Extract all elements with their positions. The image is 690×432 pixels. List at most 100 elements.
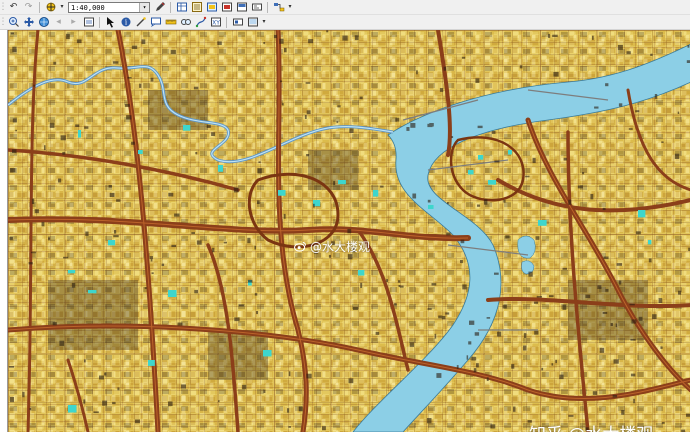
viewer-dropdown-icon[interactable]: ▾ xyxy=(261,16,267,28)
building-footprint xyxy=(349,128,354,133)
forward-extent-icon[interactable]: ▸ xyxy=(67,16,80,28)
measure-icon[interactable] xyxy=(164,16,177,28)
building-footprint xyxy=(336,121,339,123)
toolbar-separator xyxy=(39,1,40,13)
building-footprint xyxy=(409,342,414,347)
tools-toolbar: ⋮ ◂ ▸ i XY ▾ xyxy=(0,15,690,30)
building-footprint xyxy=(33,84,36,87)
building-footprint xyxy=(406,127,410,131)
building-footprint xyxy=(113,235,119,238)
building-footprint xyxy=(592,35,594,40)
select-features-icon[interactable] xyxy=(82,16,95,28)
identify-icon[interactable]: i xyxy=(119,16,132,28)
park-patch xyxy=(468,170,474,175)
go-to-xy-icon[interactable]: XY xyxy=(209,16,222,28)
building-footprint xyxy=(31,198,35,204)
building-footprint xyxy=(44,145,46,151)
building-footprint xyxy=(41,221,45,227)
building-footprint xyxy=(99,375,104,380)
scale-dropdown-icon[interactable]: ▾ xyxy=(139,2,149,12)
park-patch xyxy=(218,165,223,172)
building-footprint xyxy=(494,272,499,275)
building-footprint xyxy=(135,419,140,424)
undo-icon[interactable]: ↶ xyxy=(7,1,20,13)
model-builder-icon[interactable] xyxy=(272,1,285,13)
more-tools-dropdown-icon[interactable]: ▾ xyxy=(287,1,293,13)
park-patch xyxy=(648,240,652,245)
building-footprint xyxy=(654,94,658,99)
add-data-icon[interactable] xyxy=(44,1,57,13)
building-footprint xyxy=(306,110,311,115)
toc-icon[interactable] xyxy=(190,1,203,13)
building-footprint xyxy=(380,185,384,188)
building-footprint xyxy=(337,105,341,108)
building-footprint xyxy=(548,295,554,298)
zoom-in-icon[interactable] xyxy=(7,16,20,28)
building-footprint xyxy=(460,239,465,244)
add-data-dropdown-icon[interactable]: ▾ xyxy=(59,1,65,13)
scale-input[interactable]: 1:40,000 ▾ xyxy=(68,1,150,13)
building-footprint xyxy=(528,271,533,277)
building-footprint xyxy=(124,104,130,107)
building-footprint xyxy=(548,33,551,38)
building-footprint xyxy=(306,154,310,157)
find-route-icon[interactable] xyxy=(194,16,207,28)
building-footprint xyxy=(615,323,618,328)
park-patch xyxy=(638,210,646,218)
building-footprint xyxy=(497,331,502,337)
building-footprint xyxy=(114,230,117,234)
back-extent-icon[interactable]: ◂ xyxy=(52,16,65,28)
table-icon[interactable] xyxy=(175,1,188,13)
building-footprint xyxy=(62,151,66,155)
building-footprint xyxy=(597,285,602,289)
map-frame: @水大楼观 知乎 @水大楼观 xyxy=(0,30,690,432)
building-footprint xyxy=(12,46,17,53)
building-footprint xyxy=(191,232,195,235)
catalog-icon[interactable] xyxy=(205,1,218,13)
select-icon[interactable] xyxy=(104,16,117,28)
building-footprint xyxy=(631,319,637,324)
building-footprint xyxy=(85,231,89,236)
building-footprint xyxy=(258,161,261,163)
hyperlink-icon[interactable] xyxy=(134,16,147,28)
park-patch xyxy=(478,155,484,160)
city-map[interactable] xyxy=(8,30,690,432)
layout-icon[interactable] xyxy=(235,1,248,13)
building-footprint xyxy=(505,235,510,239)
redo-icon[interactable]: ↷ xyxy=(22,1,35,13)
building-footprint xyxy=(161,263,165,266)
python-icon[interactable] xyxy=(250,1,263,13)
building-footprint xyxy=(149,256,153,260)
building-footprint xyxy=(555,359,557,364)
building-footprint xyxy=(605,288,609,292)
building-footprint xyxy=(658,298,663,303)
building-footprint xyxy=(592,391,598,395)
search-icon[interactable] xyxy=(220,1,233,13)
building-footprint xyxy=(602,207,606,211)
weibo-icon xyxy=(294,241,306,252)
building-footprint xyxy=(234,317,240,322)
building-footprint xyxy=(333,181,336,186)
map-canvas[interactable]: @水大楼观 知乎 @水大楼观 xyxy=(7,30,690,432)
full-extent-icon[interactable] xyxy=(37,16,50,28)
find-icon[interactable] xyxy=(179,16,192,28)
building-footprint xyxy=(443,66,447,71)
building-footprint xyxy=(603,256,609,260)
pan-icon[interactable] xyxy=(22,16,35,28)
building-footprint xyxy=(551,363,554,366)
building-footprint xyxy=(71,283,76,288)
viewer-icon[interactable] xyxy=(246,16,259,28)
park-patch xyxy=(278,190,286,196)
html-popup-icon[interactable] xyxy=(149,16,162,28)
building-footprint xyxy=(256,200,260,204)
building-footprint xyxy=(58,178,62,183)
svg-text:XY: XY xyxy=(212,20,220,27)
building-footprint xyxy=(471,356,477,361)
building-footprint xyxy=(282,103,284,106)
building-footprint xyxy=(633,398,635,404)
editor-icon[interactable] xyxy=(153,1,166,13)
building-footprint xyxy=(144,287,147,289)
toolbar-separator xyxy=(99,16,100,28)
building-footprint xyxy=(511,364,515,369)
time-slider-icon[interactable] xyxy=(231,16,244,28)
